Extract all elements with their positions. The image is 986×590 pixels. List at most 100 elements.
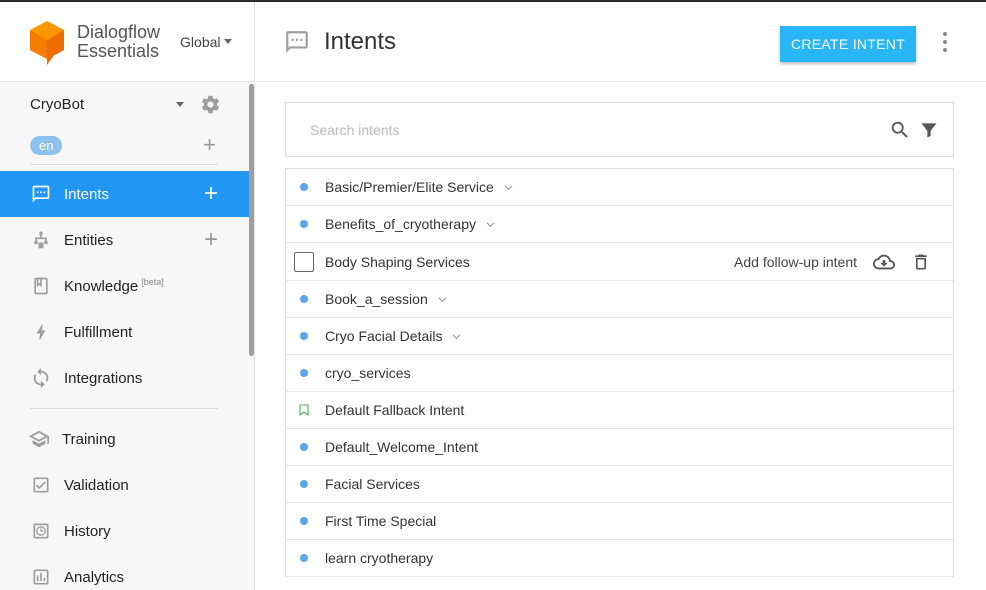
row-actions: Add follow-up intent <box>734 243 931 280</box>
check-square-icon <box>30 474 52 496</box>
region-label: Global <box>180 33 221 50</box>
intent-list: Basic/Premier/Elite Service Benefits_of_… <box>285 168 954 577</box>
chevron-down-icon[interactable] <box>452 332 461 341</box>
intent-checkbox[interactable] <box>294 251 314 272</box>
intent-name[interactable]: Basic/Premier/Elite Service <box>325 179 494 195</box>
agent-selector[interactable]: CryoBot <box>0 82 254 126</box>
intent-row[interactable]: First Time Special <box>286 503 953 540</box>
clock-icon <box>30 520 52 542</box>
sidebar-divider <box>30 164 218 165</box>
delete-icon[interactable] <box>911 252 931 272</box>
bar-chart-icon <box>30 566 52 588</box>
intent-row[interactable]: Book_a_session <box>286 281 953 318</box>
sidebar-item-analytics[interactable]: Analytics <box>0 554 254 590</box>
brand-name-line1: Dialogflow <box>77 21 161 42</box>
bolt-icon <box>30 321 52 343</box>
intent-dot-icon <box>300 220 308 228</box>
intent-row[interactable]: Facial Services <box>286 466 953 503</box>
agent-dropdown-icon[interactable] <box>176 101 184 107</box>
sidebar-item-label: Integrations <box>64 369 143 387</box>
intent-name[interactable]: learn cryotherapy <box>325 550 433 566</box>
page-title: Intents <box>324 27 397 55</box>
sidebar-item-label: Knowledge [beta] <box>64 277 218 295</box>
dialogflow-logo-icon[interactable] <box>28 19 66 65</box>
sidebar-item-knowledge[interactable]: Knowledge [beta] <box>0 263 254 309</box>
main-content: Intents CREATE INTENT Basic/Premier/Elit… <box>256 2 986 590</box>
sidebar-item-label: Validation <box>64 476 129 494</box>
intent-dot-icon <box>300 443 308 451</box>
sidebar-item-integrations[interactable]: Integrations <box>0 355 254 401</box>
intent-name[interactable]: First Time Special <box>325 513 436 529</box>
chevron-down-icon <box>223 39 232 44</box>
sidebar-item-label: Training <box>62 430 116 448</box>
chat-icon <box>30 183 52 205</box>
intent-name[interactable]: Benefits_of_cryotherapy <box>325 216 476 232</box>
sidebar-item-label: Intents <box>64 185 110 203</box>
intent-name[interactable]: Cryo Facial Details <box>325 328 442 344</box>
create-intent-button[interactable]: CREATE INTENT <box>780 26 916 62</box>
intent-dot-icon <box>300 554 308 562</box>
chevron-down-icon[interactable] <box>486 220 495 229</box>
sidebar-item-fulfillment[interactable]: Fulfillment <box>0 309 254 355</box>
search-input[interactable] <box>310 121 889 138</box>
intent-name[interactable]: Book_a_session <box>325 291 428 307</box>
sidebar-item-validation[interactable]: Validation <box>0 462 254 508</box>
intent-row[interactable]: cryo_services <box>286 355 953 392</box>
intent-dot-icon <box>300 517 308 525</box>
gear-icon[interactable] <box>200 94 221 115</box>
intent-dot-icon <box>300 369 308 377</box>
add-intent-icon[interactable]: + <box>204 182 218 206</box>
intent-row[interactable]: Default_Welcome_Intent <box>286 429 953 466</box>
book-icon <box>30 275 52 297</box>
intent-dot-icon <box>300 332 308 340</box>
page-header: Intents CREATE INTENT <box>256 2 986 82</box>
sidebar-divider <box>30 408 218 409</box>
sidebar: Dialogflow Essentials Global CryoBot en … <box>0 2 255 590</box>
sidebar-item-training[interactable]: Training <box>0 416 254 462</box>
sidebar-item-history[interactable]: History <box>0 508 254 554</box>
cloud-download-icon[interactable] <box>873 251 895 273</box>
intent-row[interactable]: learn cryotherapy <box>286 540 953 577</box>
intent-name[interactable]: Default_Welcome_Intent <box>325 439 478 455</box>
intent-row[interactable]: Body Shaping Services Add follow-up inte… <box>286 243 953 281</box>
sidebar-item-intents[interactable]: Intents + <box>0 171 254 217</box>
sidebar-item-label: Analytics <box>64 568 125 586</box>
sync-icon <box>30 367 52 389</box>
sidebar-item-label: History <box>64 522 111 540</box>
agent-name: CryoBot <box>30 95 85 113</box>
filter-icon[interactable] <box>919 120 939 140</box>
intents-chat-icon <box>286 30 308 53</box>
brand-name-line2: Essentials <box>77 40 160 61</box>
hierarchy-icon <box>30 229 52 251</box>
beta-badge: [beta] <box>141 277 164 287</box>
intent-row[interactable]: Cryo Facial Details <box>286 318 953 355</box>
intent-name[interactable]: cryo_services <box>325 365 411 381</box>
chevron-down-icon[interactable] <box>504 183 513 192</box>
sidebar-scrollbar[interactable] <box>249 84 254 356</box>
intent-row[interactable]: Basic/Premier/Elite Service <box>286 169 953 206</box>
region-selector[interactable]: Global <box>180 33 232 50</box>
intent-row[interactable]: Default Fallback Intent <box>286 392 953 429</box>
sidebar-item-label: Entities <box>64 231 114 249</box>
search-bar <box>285 102 954 157</box>
sidebar-item-entities[interactable]: Entities + <box>0 217 254 263</box>
more-vert-icon[interactable] <box>942 32 948 52</box>
search-tools <box>889 119 939 141</box>
intent-dot-icon <box>300 295 308 303</box>
brand-name: Dialogflow Essentials <box>77 21 161 61</box>
chevron-down-icon[interactable] <box>438 295 447 304</box>
intent-name[interactable]: Facial Services <box>325 476 420 492</box>
intent-name[interactable]: Default Fallback Intent <box>325 402 464 418</box>
add-language-icon[interactable]: + <box>203 134 216 156</box>
add-entity-icon[interactable]: + <box>204 228 218 252</box>
language-badge[interactable]: en <box>30 135 63 155</box>
intent-dot-icon <box>300 183 308 191</box>
intent-dot-icon <box>300 480 308 488</box>
graduation-cap-icon <box>26 428 52 450</box>
sidebar-item-label: Fulfillment <box>64 323 133 341</box>
add-followup-link[interactable]: Add follow-up intent <box>734 254 857 270</box>
search-icon[interactable] <box>889 119 911 141</box>
intent-name[interactable]: Body Shaping Services <box>325 254 470 270</box>
knowledge-label: Knowledge <box>64 278 139 295</box>
intent-row[interactable]: Benefits_of_cryotherapy <box>286 206 953 243</box>
